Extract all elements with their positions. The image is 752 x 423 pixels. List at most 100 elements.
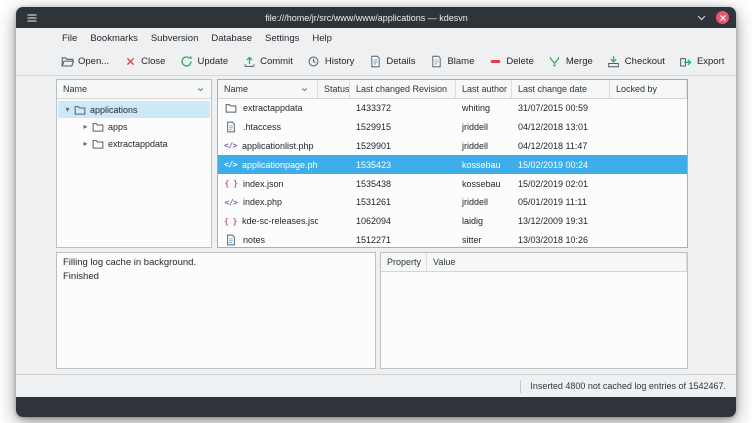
- file-list-panel: NameStatus Last changed Revision Last auth…: [217, 79, 688, 248]
- table-row[interactable]: .htaccess 1529915jriddell04/12/2018 13:01: [218, 118, 687, 137]
- menu-bookmarks[interactable]: Bookmarks: [84, 31, 144, 46]
- toolbar-update-button[interactable]: Update: [173, 51, 234, 73]
- table-row[interactable]: notes1512271sitter13/03/2018 10:26: [218, 231, 687, 247]
- table-row[interactable]: </>index.php1531261jriddell05/01/2019 11…: [218, 193, 687, 212]
- cell-revision: 1062094: [350, 216, 456, 226]
- table-row[interactable]: </>applicationlist.php1529901jriddell04/…: [218, 137, 687, 156]
- toolbar-history-button[interactable]: History: [301, 51, 361, 73]
- toolbar-button-label: History: [325, 56, 355, 67]
- table-row[interactable]: { }kde-sc-releases.json1062094laidig13/1…: [218, 212, 687, 231]
- toolbar-details-button[interactable]: Details: [362, 51, 421, 73]
- toolbar-export-button[interactable]: Export: [673, 51, 730, 73]
- toolbar-button-label: Delete: [506, 56, 533, 67]
- tree-item-extractappdata[interactable]: ▸extractappdata: [58, 135, 210, 152]
- expander-closed-icon[interactable]: ▸: [80, 140, 91, 148]
- column-header-last-author[interactable]: Last author: [456, 80, 512, 98]
- kdesvn-window: file:///home/jr/src/www/www/applications…: [16, 7, 736, 417]
- close-button[interactable]: [716, 11, 729, 24]
- json-icon: { }: [224, 177, 238, 191]
- cell-revision: 1531261: [350, 197, 456, 207]
- file-name-label: index.php: [243, 197, 282, 207]
- statusbar: Inserted 4800 not cached log entries of …: [16, 374, 736, 397]
- folder-icon: [224, 101, 238, 115]
- expander-closed-icon[interactable]: ▸: [80, 123, 91, 131]
- tree-header[interactable]: Name: [57, 80, 211, 99]
- update-icon: [179, 55, 193, 69]
- cell-author: jriddell: [456, 122, 512, 132]
- toolbar-open-button[interactable]: Open...: [54, 51, 115, 73]
- cell-name: { }kde-sc-releases.json: [218, 214, 318, 228]
- menu-database[interactable]: Database: [205, 31, 258, 46]
- app-menu-icon[interactable]: [23, 12, 40, 24]
- cell-name: </>applicationpage.php: [218, 158, 318, 172]
- folder-icon: [73, 103, 86, 116]
- repo-tree-panel: Name ▾applications▸apps▸extractappdata: [56, 79, 212, 248]
- toolbar-delete-button[interactable]: Delete: [482, 51, 539, 73]
- toolbar-button-label: Blame: [447, 56, 474, 67]
- cell-date: 13/03/2018 10:26: [512, 235, 610, 245]
- cell-revision: 1529915: [350, 122, 456, 132]
- menu-help[interactable]: Help: [306, 31, 338, 46]
- cell-date: 31/07/2015 00:59: [512, 103, 610, 113]
- file-name-label: kde-sc-releases.json: [242, 216, 318, 226]
- column-header-name[interactable]: Name: [218, 80, 318, 98]
- menu-subversion[interactable]: Subversion: [145, 31, 205, 46]
- cell-date: 15/02/2019 02:01: [512, 179, 610, 189]
- menu-file[interactable]: File: [56, 31, 83, 46]
- toolbar-merge-button[interactable]: Merge: [542, 51, 599, 73]
- folder-icon: [91, 137, 104, 150]
- file-name-label: applicationpage.php: [242, 160, 318, 170]
- cell-name: .htaccess: [218, 120, 318, 134]
- table-row[interactable]: extractappdata1433372whiting31/07/2015 0…: [218, 99, 687, 118]
- cell-name: notes: [218, 233, 318, 247]
- document-icon: [224, 120, 238, 134]
- tree-item-apps[interactable]: ▸apps: [58, 118, 210, 135]
- history-icon: [307, 55, 321, 69]
- cell-date: 04/12/2018 13:01: [512, 122, 610, 132]
- toolbar-button-label: Merge: [566, 56, 593, 67]
- expander-open-icon[interactable]: ▾: [62, 106, 73, 114]
- log-panel: Filling log cache in background.Finished: [56, 252, 376, 369]
- cell-name: extractappdata: [218, 101, 318, 115]
- folder-icon: [91, 120, 104, 133]
- column-header-label: Locked by: [616, 84, 657, 94]
- column-header-status[interactable]: Status: [318, 80, 350, 98]
- close-icon: [123, 55, 137, 69]
- blame-icon: [429, 55, 443, 69]
- titlebar[interactable]: file:///home/jr/src/www/www/applications…: [16, 7, 736, 28]
- toolbar-checkout-button[interactable]: Checkout: [601, 51, 671, 73]
- column-header-locked-by[interactable]: Locked by: [610, 80, 687, 98]
- toolbar-overflow-button[interactable]: [732, 54, 736, 70]
- column-header-last-changed-revision[interactable]: Last changed Revision: [350, 80, 456, 98]
- cell-date: 04/12/2018 11:47: [512, 141, 610, 151]
- commit-icon: [242, 55, 256, 69]
- toolbar-close-button[interactable]: Close: [117, 51, 171, 73]
- tree-item-applications[interactable]: ▾applications: [58, 101, 210, 118]
- log-line: Finished: [63, 270, 369, 284]
- column-header-last-change-date[interactable]: Last change date: [512, 80, 610, 98]
- column-header-value[interactable]: Value: [427, 253, 687, 271]
- toolbar-button-label: Checkout: [625, 56, 665, 67]
- cell-revision: 1535438: [350, 179, 456, 189]
- toolbar-button-label: Close: [141, 56, 165, 67]
- column-header-property[interactable]: Property: [381, 253, 427, 271]
- top-split: Name ▾applications▸apps▸extractappdata N…: [56, 79, 688, 248]
- checkout-icon: [607, 55, 621, 69]
- delete-icon: [488, 55, 502, 69]
- cell-name: { }index.json: [218, 177, 318, 191]
- statusbar-separator: [520, 380, 521, 393]
- table-row[interactable]: </>applicationpage.php1535423kossebau15/…: [218, 155, 687, 174]
- toolbar-commit-button[interactable]: Commit: [236, 51, 299, 73]
- minimize-button[interactable]: [693, 10, 709, 26]
- properties-header: Property Value: [381, 253, 687, 272]
- column-header-label: Property: [387, 257, 421, 267]
- column-header-label: Last changed Revision: [356, 84, 447, 94]
- properties-body: [381, 272, 687, 368]
- cell-revision: 1512271: [350, 235, 456, 245]
- menu-settings[interactable]: Settings: [259, 31, 305, 46]
- details-icon: [368, 55, 382, 69]
- cell-author: kossebau: [456, 160, 512, 170]
- toolbar-blame-button[interactable]: Blame: [423, 51, 480, 73]
- properties-panel: Property Value: [380, 252, 688, 369]
- table-row[interactable]: { }index.json1535438kossebau15/02/2019 0…: [218, 174, 687, 193]
